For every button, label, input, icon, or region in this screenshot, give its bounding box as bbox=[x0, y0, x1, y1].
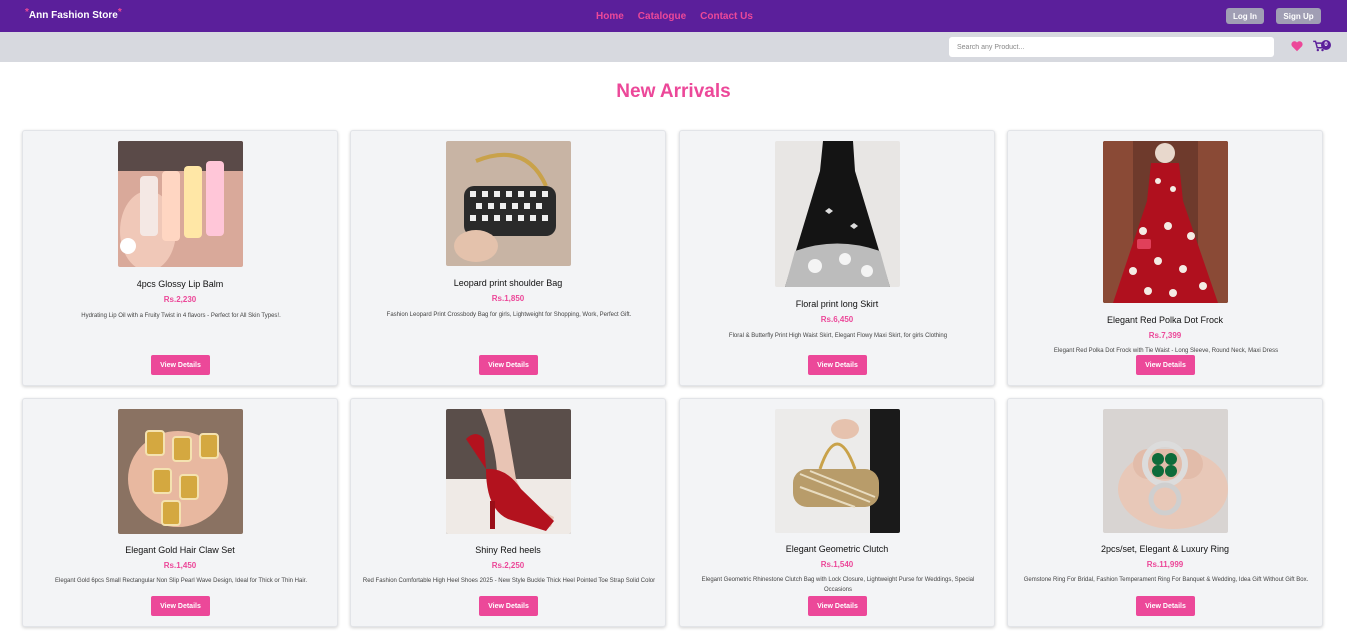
heels-image[interactable] bbox=[446, 409, 571, 534]
product-card: Leopard print shoulder Bag Rs.1,850 Fash… bbox=[350, 130, 666, 386]
hair-claw-image[interactable] bbox=[118, 409, 243, 534]
view-details-button[interactable]: View Details bbox=[808, 596, 867, 616]
product-description: Fashion Leopard Print Crossbody Bag for … bbox=[386, 312, 632, 318]
star-icon: * bbox=[25, 7, 29, 18]
view-details-button[interactable]: View Details bbox=[1136, 355, 1195, 375]
top-nav-bar: *Ann Fashion Store* Home Catalogue Conta… bbox=[0, 0, 1347, 32]
section-title: New Arrivals bbox=[616, 81, 731, 102]
view-details-button[interactable]: View Details bbox=[479, 596, 538, 616]
product-name[interactable]: Elegant Geometric Clutch bbox=[680, 544, 994, 554]
clutch-image[interactable] bbox=[775, 409, 900, 533]
nav-contact-link[interactable]: Contact Us bbox=[700, 11, 753, 22]
heart-icon[interactable] bbox=[1290, 39, 1304, 53]
product-price: Rs.7,399 bbox=[1148, 331, 1182, 340]
product-description: Hydrating Lip Oil with a Fruity Twist in… bbox=[81, 313, 281, 319]
product-name[interactable]: Shiny Red heels bbox=[351, 545, 665, 555]
product-price: Rs.2,250 bbox=[491, 561, 525, 570]
view-details-button[interactable]: View Details bbox=[808, 355, 867, 375]
view-details-button[interactable]: View Details bbox=[479, 355, 538, 375]
product-card: Shiny Red heels Rs.2,250 Red Fashion Com… bbox=[350, 398, 666, 627]
login-button[interactable]: Log In bbox=[1226, 8, 1264, 24]
product-price: Rs.2,230 bbox=[163, 295, 197, 304]
product-name[interactable]: 4pcs Glossy Lip Balm bbox=[23, 279, 337, 289]
product-description: Floral & Butterfly Print High Waist Skir… bbox=[728, 333, 948, 339]
shoulder-bag-image[interactable] bbox=[446, 141, 571, 266]
search-bar-strip: 0 bbox=[0, 32, 1347, 62]
product-description: Gemstone Ring For Bridal, Fashion Temper… bbox=[1023, 577, 1309, 583]
product-name[interactable]: Leopard print shoulder Bag bbox=[351, 278, 665, 288]
product-name[interactable]: Elegant Red Polka Dot Frock bbox=[1008, 315, 1322, 325]
product-card: 4pcs Glossy Lip Balm Rs.2,230 Hydrating … bbox=[22, 130, 338, 386]
ring-image[interactable] bbox=[1103, 409, 1228, 533]
product-card: 2pcs/set, Elegant & Luxury Ring Rs.11,99… bbox=[1007, 398, 1323, 627]
product-price: Rs.11,999 bbox=[1146, 560, 1184, 569]
product-description: Elegant Gold 6pcs Small Rectangular Non … bbox=[54, 578, 307, 584]
brand-logo[interactable]: *Ann Fashion Store* bbox=[25, 7, 122, 21]
view-details-button[interactable]: View Details bbox=[1136, 596, 1195, 616]
product-name[interactable]: Floral print long Skirt bbox=[680, 299, 994, 309]
cart-count-badge: 0 bbox=[1321, 40, 1331, 50]
lip-balm-image[interactable] bbox=[118, 141, 243, 267]
star-icon: * bbox=[117, 7, 122, 18]
nav-catalogue-link[interactable]: Catalogue bbox=[638, 11, 686, 22]
product-price: Rs.1,450 bbox=[163, 561, 197, 570]
nav-home-link[interactable]: Home bbox=[596, 11, 624, 22]
view-details-button[interactable]: View Details bbox=[151, 596, 210, 616]
signup-button[interactable]: Sign Up bbox=[1276, 8, 1321, 24]
frock-image[interactable] bbox=[1103, 141, 1228, 303]
product-card: Elegant Geometric Clutch Rs.1,540 Elegan… bbox=[679, 398, 995, 627]
product-card: Elegant Red Polka Dot Frock Rs.7,399 Ele… bbox=[1007, 130, 1323, 386]
skirt-image[interactable] bbox=[775, 141, 900, 287]
brand-name: Ann Fashion Store bbox=[28, 10, 118, 21]
product-description: Elegant Geometric Rhinestone Clutch Bag … bbox=[701, 577, 975, 593]
product-price: Rs.1,540 bbox=[820, 560, 854, 569]
product-card: Floral print long Skirt Rs.6,450 Floral … bbox=[679, 130, 995, 386]
product-description: Red Fashion Comfortable High Heel Shoes … bbox=[362, 578, 656, 584]
product-name[interactable]: Elegant Gold Hair Claw Set bbox=[23, 545, 337, 555]
product-price: Rs.1,850 bbox=[491, 294, 525, 303]
search-input[interactable] bbox=[949, 37, 1274, 57]
product-name[interactable]: 2pcs/set, Elegant & Luxury Ring bbox=[1008, 544, 1322, 554]
product-card: Elegant Gold Hair Claw Set Rs.1,450 Eleg… bbox=[22, 398, 338, 627]
main-nav: Home Catalogue Contact Us bbox=[596, 11, 767, 22]
view-details-button[interactable]: View Details bbox=[151, 355, 210, 375]
product-price: Rs.6,450 bbox=[820, 315, 854, 324]
